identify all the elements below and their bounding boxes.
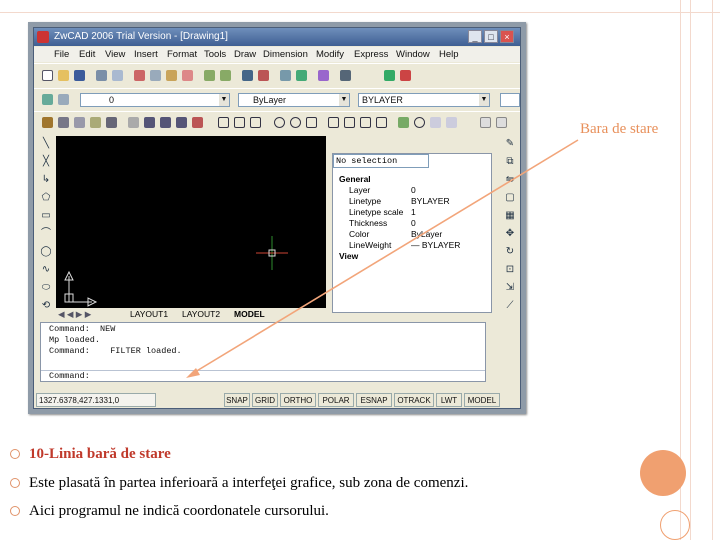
bullet-text: Este plasată în partea inferioară a inte… (29, 474, 469, 491)
bullet-marker (10, 506, 20, 516)
bullet-item: Aici programul ne indică coordonatele cu… (10, 499, 329, 523)
bullet-marker (10, 449, 20, 459)
bullet-item: Este plasată în partea inferioară a inte… (10, 471, 468, 495)
bullet-item: 10-Linia bară de stare (10, 442, 171, 466)
annotation-label: Bara de stare (580, 121, 659, 137)
bullet-marker (10, 478, 20, 488)
bullet-text: 10-Linia bară de stare (29, 445, 171, 462)
bullet-text: Aici programul ne indică coordonatele cu… (29, 502, 329, 519)
